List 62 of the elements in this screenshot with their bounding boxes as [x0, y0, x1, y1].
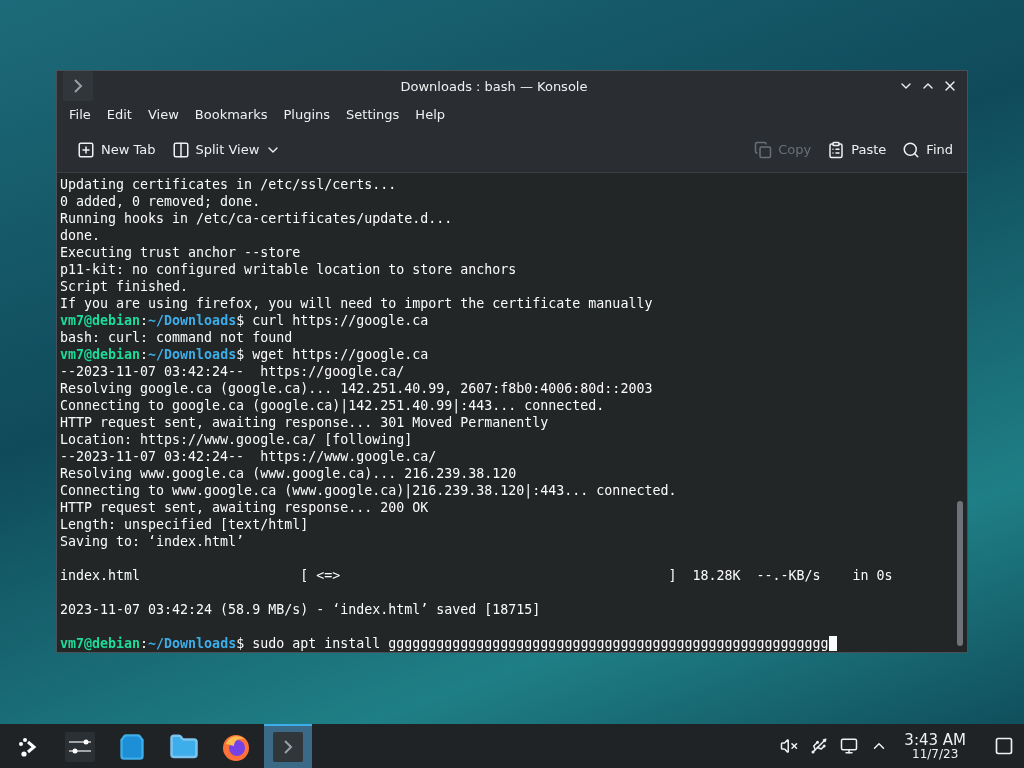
- sliders-icon: [65, 732, 95, 762]
- terminal-line: 0 added, 0 removed; done.: [60, 193, 262, 210]
- prompt-user: vm7@debian: [60, 347, 141, 362]
- menu-item[interactable]: View: [139, 106, 187, 122]
- terminal-line: Updating certificates in /etc/ssl/certs...: [60, 176, 398, 193]
- columns-icon: [171, 140, 190, 159]
- split-button[interactable]: Split View: [165, 136, 288, 163]
- mute-icon: [780, 737, 799, 755]
- prompt-command: $ wget https://google.ca: [236, 347, 429, 362]
- plus-tab-icon: [77, 140, 95, 159]
- clock-date: 11/7/23: [912, 747, 959, 761]
- terminal-line: Resolving www.google.ca (www.google.ca)... 216.239.38.120: [60, 465, 518, 482]
- network-icon: [840, 737, 859, 755]
- terminal-line: Saving to: ‘index.html’: [60, 533, 246, 550]
- menu-item[interactable]: Bookmarks: [186, 106, 276, 122]
- firefox-icon: [221, 732, 251, 762]
- prompt-colon: :: [140, 636, 149, 651]
- terminal-line: Resolving google.ca (google.ca)... 142.251.40.99, 2607:f8b0:4006:80d::2003: [60, 380, 654, 397]
- menu-item[interactable]: Edit: [98, 106, 140, 122]
- usb-icon: [810, 737, 829, 755]
- newtab-button[interactable]: New Tab: [71, 136, 162, 163]
- prompt-user: vm7@debian: [60, 313, 141, 328]
- terminal-line: p11-kit: no configured writable location to store anchors: [60, 261, 518, 278]
- prompt-path: ~/Downloads: [148, 313, 237, 328]
- terminal-line: Connecting to google.ca (google.ca)|142.251.40.99|:443... connected.: [60, 397, 606, 414]
- menu-item[interactable]: Plugins: [275, 106, 339, 122]
- terminal-icon: [273, 732, 303, 762]
- find-button[interactable]: Find: [896, 136, 959, 163]
- prompt-colon: :: [140, 347, 149, 362]
- menu-item[interactable]: Settings: [338, 106, 408, 122]
- search-icon: [902, 140, 921, 159]
- terminal-line: Location: https://www.google.ca/ [following]: [60, 431, 414, 448]
- terminal-line: bash: curl: command not found: [60, 329, 294, 346]
- clipboard-icon: [827, 140, 846, 159]
- prompt-command: $ curl https://google.ca: [236, 313, 429, 328]
- prompt-user: vm7@debian: [60, 636, 141, 651]
- terminal-line: Connecting to www.google.ca (www.google.ca)|216.239.38.120|:443... connected.: [60, 482, 678, 499]
- terminal-line: HTTP request sent, awaiting response... 200 OK: [60, 499, 430, 516]
- terminal-line: --2023-11-07 03:42:24-- https://www.google.ca/: [60, 448, 438, 465]
- prompt-command: $ sudo apt install ggggggggggggggggggggggggggggggggggggggggggggggggggggggg: [236, 636, 829, 651]
- prompt-path: ~/Downloads: [148, 636, 237, 651]
- clock-time: 3:43 AM: [904, 731, 966, 748]
- paste-button[interactable]: Paste: [821, 136, 893, 163]
- scrollbar-thumb[interactable]: [957, 501, 963, 646]
- prompt-colon: :: [140, 313, 149, 328]
- terminal-line: HTTP request sent, awaiting response... 301 Moved Permanently: [60, 414, 550, 431]
- terminal-line: Executing trust anchor --store: [60, 244, 302, 261]
- terminal-line: --2023-11-07 03:42:24-- https://google.ca/: [60, 363, 406, 380]
- window-title: Downloads : bash — Konsole: [399, 78, 589, 94]
- terminal-line: Length: unspecified [text/html]: [60, 516, 310, 533]
- launcher-icon: [17, 736, 39, 758]
- menu-item[interactable]: File: [61, 106, 99, 122]
- desktop-icon: [994, 736, 1014, 756]
- terminal-line: done.: [60, 227, 102, 244]
- terminal-line: Running hooks in /etc/ca-certificates/update.d...: [60, 210, 454, 227]
- copy-icon: [754, 140, 773, 159]
- terminal-line: 2023-11-07 03:42:24 (58.9 MB/s) - ‘index.html’ saved [18715]: [60, 601, 542, 618]
- menu-item[interactable]: Help: [407, 106, 453, 122]
- terminal-line: Script finished.: [60, 278, 190, 295]
- terminal-line: If you are using firefox, you will need to import the certificate manually: [60, 295, 654, 312]
- prompt-path: ~/Downloads: [148, 347, 237, 362]
- terminal-line: index.html [ <=> ] 18.28K --.-KB/s in 0s: [60, 567, 894, 584]
